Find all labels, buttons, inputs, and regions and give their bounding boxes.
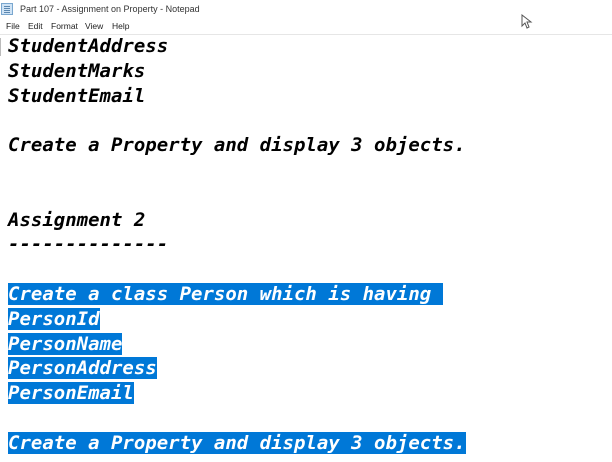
selected-text: PersonAddress [8, 357, 157, 380]
editor-line: PersonName [8, 332, 123, 355]
editor-line: PersonAddress [8, 357, 157, 380]
selected-text: PersonEmail [8, 382, 134, 405]
editor-line: StudentEmail [8, 85, 145, 107]
line-text: StudentAddress [8, 35, 169, 57]
text-editor-area[interactable]: StudentAddress StudentMarks StudentEmail Cr… [0, 35, 612, 462]
left-edge-marker [0, 38, 1, 56]
menu-view[interactable]: View [85, 21, 103, 32]
editor-line: Assignment 2 [8, 209, 145, 231]
menu-format[interactable]: Format [51, 21, 78, 32]
editor-line: Create a class Person which is having [8, 283, 443, 305]
selected-text: PersonId [8, 307, 100, 330]
editor-line: -------------- [8, 233, 168, 255]
selected-text: PersonName [8, 332, 123, 355]
menu-help[interactable]: Help [112, 21, 129, 32]
editor-line: PersonEmail [8, 382, 134, 405]
selected-text: Create a class Person which is having [8, 283, 443, 305]
window-title: Part 107 - Assignment on Property - Note… [20, 4, 200, 14]
line-text: Assignment 2 [8, 208, 146, 231]
menu-edit[interactable]: Edit [28, 21, 43, 32]
editor-line: Create a Property and display 3 objects. [8, 431, 466, 454]
notepad-app-icon [1, 3, 13, 15]
editor-line: StudentAddress [8, 35, 168, 57]
selected-text: Create a Property and display 3 objects. [8, 431, 466, 454]
mouse-cursor-icon [521, 14, 533, 29]
editor-line: PersonId [8, 307, 100, 330]
editor-line: Create a Property and display 3 objects. [8, 134, 466, 156]
line-text: Create a Property and display 3 objects. [8, 134, 466, 157]
line-text: -------------- [8, 233, 169, 256]
line-text: StudentEmail [8, 84, 146, 107]
editor-line: StudentMarks [8, 60, 145, 82]
menu-file[interactable]: File [6, 21, 20, 32]
line-text: StudentMarks [8, 59, 146, 82]
